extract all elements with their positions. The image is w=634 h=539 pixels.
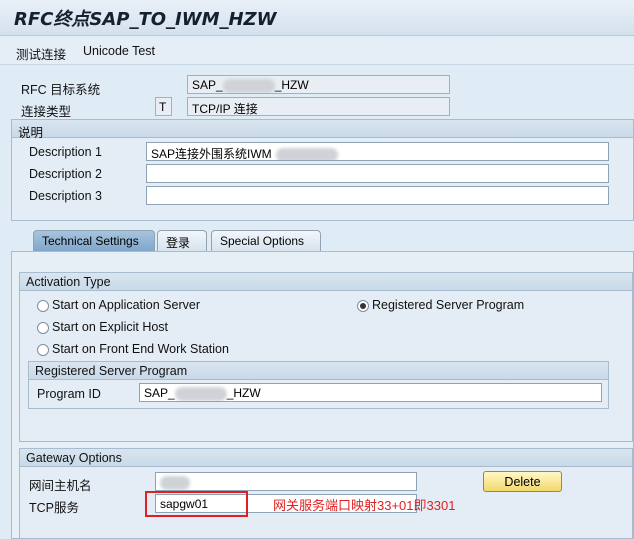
rfc-target-field: SAP_ _HZW: [187, 75, 450, 94]
description-2-label: Description 2: [29, 167, 102, 181]
program-id-label: Program ID: [37, 387, 101, 401]
redacted-blur: [174, 386, 227, 401]
radio-application-server[interactable]: [37, 300, 49, 312]
delete-button[interactable]: Delete: [483, 471, 562, 492]
radio-explicit-host[interactable]: [37, 322, 49, 334]
redacted-blur: [222, 78, 275, 93]
highlight-box: [145, 491, 248, 517]
gateway-service-label: TCP服务: [29, 501, 80, 515]
radio-registered-server[interactable]: [357, 300, 369, 312]
tab-technical-settings[interactable]: Technical Settings: [33, 230, 155, 251]
gateway-host-input[interactable]: [155, 472, 417, 491]
connection-type-code: T: [155, 97, 172, 116]
program-id-input[interactable]: SAP_ _HZW: [139, 383, 602, 402]
program-id-prefix: SAP_: [144, 386, 175, 400]
connection-type-label: 连接类型: [21, 105, 72, 119]
tab-logon[interactable]: 登录: [157, 230, 207, 251]
menu-test-connection[interactable]: 测试连接: [16, 44, 66, 63]
redacted-blur: [160, 475, 190, 490]
rfc-target-suffix: _HZW: [274, 78, 309, 92]
connection-type-value: TCP/IP 连接: [187, 97, 450, 116]
tab-special-options[interactable]: Special Options: [211, 230, 321, 251]
description-group-title: 说明: [12, 120, 633, 140]
description-3-label: Description 3: [29, 189, 102, 203]
port-annotation: 网关服务端口映射33+01即3301: [273, 498, 456, 513]
registered-server-title: Registered Server Program: [29, 362, 608, 380]
activation-type-title: Activation Type: [20, 273, 632, 291]
window-title: RFC终点SAP_TO_IWM_HZW: [14, 9, 277, 30]
redacted-blur: [275, 147, 338, 160]
description-1-label: Description 1: [29, 145, 102, 159]
menu-unicode-test[interactable]: Unicode Test: [83, 44, 155, 58]
radio-registered-server-label: Registered Server Program: [372, 298, 525, 312]
rfc-target-label: RFC 目标系统: [21, 83, 101, 97]
radio-front-end-station-label: Start on Front End Work Station: [52, 342, 229, 356]
rfc-target-prefix: SAP_: [192, 78, 223, 92]
description-2-input[interactable]: [146, 164, 609, 183]
description-1-input[interactable]: SAP连接外围系统IWM: [146, 142, 609, 161]
gateway-options-title: Gateway Options: [20, 449, 632, 467]
radio-explicit-host-label: Start on Explicit Host: [52, 320, 169, 334]
gateway-host-label: 网间主机名: [29, 479, 92, 493]
radio-front-end-station[interactable]: [37, 344, 49, 356]
program-id-suffix: _HZW: [226, 386, 261, 400]
radio-application-server-label: Start on Application Server: [52, 298, 200, 312]
description-1-value: SAP连接外围系统IWM: [151, 147, 272, 161]
description-3-input[interactable]: [146, 186, 609, 205]
